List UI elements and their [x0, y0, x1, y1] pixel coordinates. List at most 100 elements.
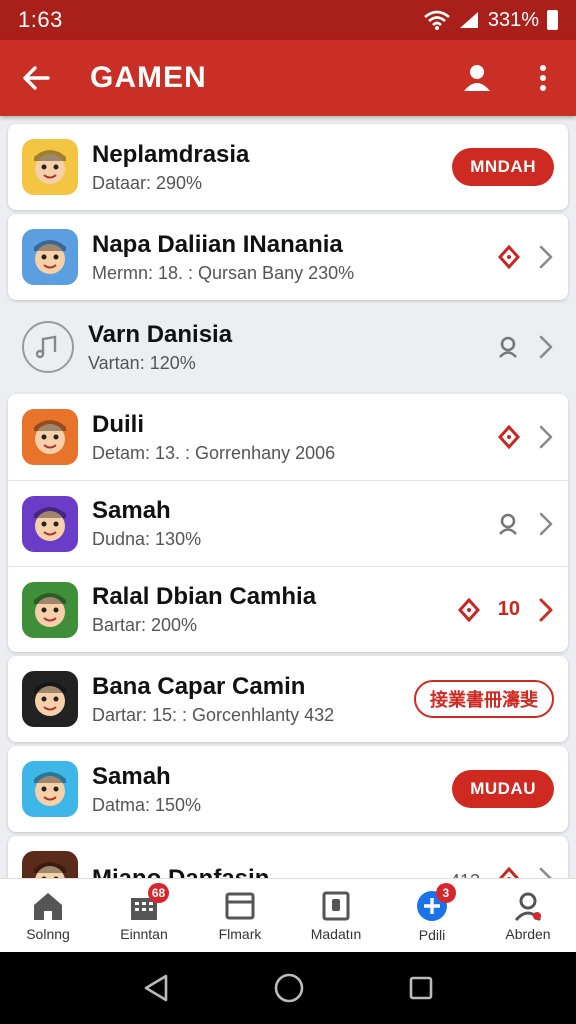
item-info: Bana Capar Camin Dartar: 15: : Gorcenhlan…	[92, 673, 406, 726]
chevron-right-icon[interactable]	[538, 244, 554, 270]
action-button[interactable]: MNDAH	[452, 148, 554, 186]
action-outline-button[interactable]: 接業書冊濤斐	[414, 680, 554, 718]
item-subtitle: Datma: 150%	[92, 794, 202, 815]
nav-label: Einntan	[120, 925, 168, 942]
item-subtitle: Bartar: 200%	[92, 615, 198, 635]
signal-icon	[458, 10, 480, 30]
system-navigation-bar	[0, 952, 576, 1024]
item-actions	[498, 424, 554, 450]
item-title: Varn Danisia	[88, 320, 233, 348]
item-count: 413	[450, 871, 480, 879]
chevron-right-icon[interactable]	[538, 866, 554, 878]
chevron-right-icon[interactable]	[538, 424, 554, 450]
app-bar: GAMEN	[0, 40, 576, 116]
item-subtitle: Dartar: 15: : Gorcenhlanty 432	[92, 704, 335, 725]
list-item[interactable]: Bana Capar Camin Dartar: 15: : Gorcenhlan…	[8, 656, 568, 742]
list-group: Bana Capar Camin Dartar: 15: : Gorcenhlan…	[8, 656, 568, 742]
battery-icon	[547, 10, 558, 30]
item-actions: 10	[457, 597, 554, 623]
chevron-right-icon[interactable]	[538, 511, 554, 537]
list-item[interactable]: Neplamdrasia Dataar: 290% MNDAH	[8, 124, 568, 210]
status-icons: 331%	[424, 9, 558, 32]
list-group: Varn Danisia Vartan: 120%	[8, 304, 568, 390]
cowboy-avatar-icon	[22, 671, 78, 727]
person-outline-icon[interactable]	[496, 512, 520, 536]
list-group: Duili Detam: 13. : Gorrenhany 2006 Samah Du…	[8, 394, 568, 652]
list-item[interactable]: Samah Datma: 150% MUDAU	[8, 746, 568, 832]
diamond-icon[interactable]	[498, 425, 520, 449]
nav-label: Pdili	[418, 926, 446, 943]
item-actions: MUDAU	[452, 770, 554, 808]
item-title: Samah	[92, 762, 171, 790]
list-item[interactable]: Duili Detam: 13. : Gorrenhany 2006	[8, 394, 568, 480]
overflow-menu-button[interactable]	[510, 40, 576, 116]
wifi-icon	[424, 10, 450, 30]
nav-label: Flmark	[218, 925, 262, 942]
item-title: Miano Danfasin	[92, 865, 442, 878]
more-vert-icon	[539, 65, 547, 91]
battery-percent: 331%	[487, 8, 539, 31]
item-title: Neplamdrasia	[92, 140, 250, 168]
item-subtitle: Mermn: 18. : Qursan Bany 230%	[92, 262, 355, 283]
item-info: Samah Datma: 150%	[92, 763, 444, 816]
nav-item[interactable]: Flmark	[192, 879, 288, 952]
system-back-icon[interactable]	[142, 973, 170, 1003]
notification-badge: 3	[435, 883, 456, 903]
list-item[interactable]: Napa Daliian INanania Mermn: 18. : Qursan…	[8, 214, 568, 300]
notification-badge: 68	[147, 883, 170, 903]
action-button[interactable]: MUDAU	[452, 770, 554, 808]
item-title: Samah	[92, 497, 171, 524]
item-info: Duili Detam: 13. : Gorrenhany 2006	[92, 411, 490, 464]
nav-item[interactable]: Madatın	[288, 879, 384, 952]
profile-icon	[512, 890, 544, 922]
game-list: Neplamdrasia Dataar: 290% MNDAH Napa Daliia…	[0, 116, 576, 878]
item-actions: 接業書冊濤斐	[414, 680, 554, 718]
list-group: Napa Daliian INanania Mermn: 18. : Qursan…	[8, 214, 568, 300]
list-group: Samah Datma: 150% MUDAU	[8, 746, 568, 832]
status-time: 1:63	[18, 7, 63, 32]
nav-item[interactable]: 3 Pdili	[384, 879, 480, 952]
robot-avatar-icon	[22, 409, 78, 465]
item-actions	[496, 511, 554, 537]
list-item[interactable]: Samah Dudna: 130%	[8, 480, 568, 566]
nav-item[interactable]: 68 Einntan	[96, 879, 192, 952]
nav-item[interactable]: Solnng	[0, 879, 96, 952]
diamond-icon[interactable]	[498, 245, 520, 269]
diamond-icon[interactable]	[457, 597, 480, 622]
chevron-right-icon[interactable]	[538, 334, 554, 360]
arrow-left-icon	[20, 62, 52, 94]
diamond-icon[interactable]	[498, 867, 520, 878]
elf-avatar-icon	[22, 581, 78, 638]
list-item[interactable]: Ralal Dbian Camhia Bartar: 200% 10	[8, 566, 568, 652]
item-actions: 413	[450, 866, 554, 878]
back-button[interactable]	[0, 40, 72, 116]
knight-avatar-icon	[22, 229, 78, 285]
princess-avatar-icon	[22, 761, 78, 817]
item-info: Neplamdrasia Dataar: 290%	[92, 141, 444, 194]
item-subtitle: Vartan: 120%	[88, 352, 196, 373]
item-info: Varn Danisia Vartan: 120%	[88, 321, 488, 374]
system-recents-icon[interactable]	[408, 975, 434, 1001]
item-actions: MNDAH	[452, 148, 554, 186]
list-item[interactable]: Varn Danisia Vartan: 120%	[8, 304, 568, 390]
nav-item[interactable]: Abrden	[480, 879, 576, 952]
item-subtitle: Dudna: 130%	[92, 529, 202, 549]
item-count: 10	[497, 598, 520, 620]
item-title: Ralal Dbian Camhia	[92, 583, 317, 610]
document-icon	[320, 890, 352, 922]
home-icon	[31, 890, 65, 922]
chevron-right-icon[interactable]	[538, 597, 554, 623]
item-info: Miano Danfasin	[92, 865, 442, 878]
item-subtitle: Dataar: 290%	[92, 172, 203, 193]
status-bar: 1:63 331%	[0, 0, 576, 40]
item-info: Samah Dudna: 130%	[92, 497, 488, 550]
system-home-icon[interactable]	[273, 972, 305, 1004]
nav-label: Solnng	[26, 925, 70, 942]
item-title: Bana Capar Camin	[92, 672, 306, 700]
list-item[interactable]: Miano Danfasin 413	[8, 836, 568, 878]
account-button[interactable]	[444, 40, 510, 116]
person-outline-icon[interactable]	[496, 335, 520, 359]
music-note-icon	[22, 321, 74, 373]
nav-label: Madatın	[310, 925, 362, 942]
item-actions	[498, 244, 554, 270]
